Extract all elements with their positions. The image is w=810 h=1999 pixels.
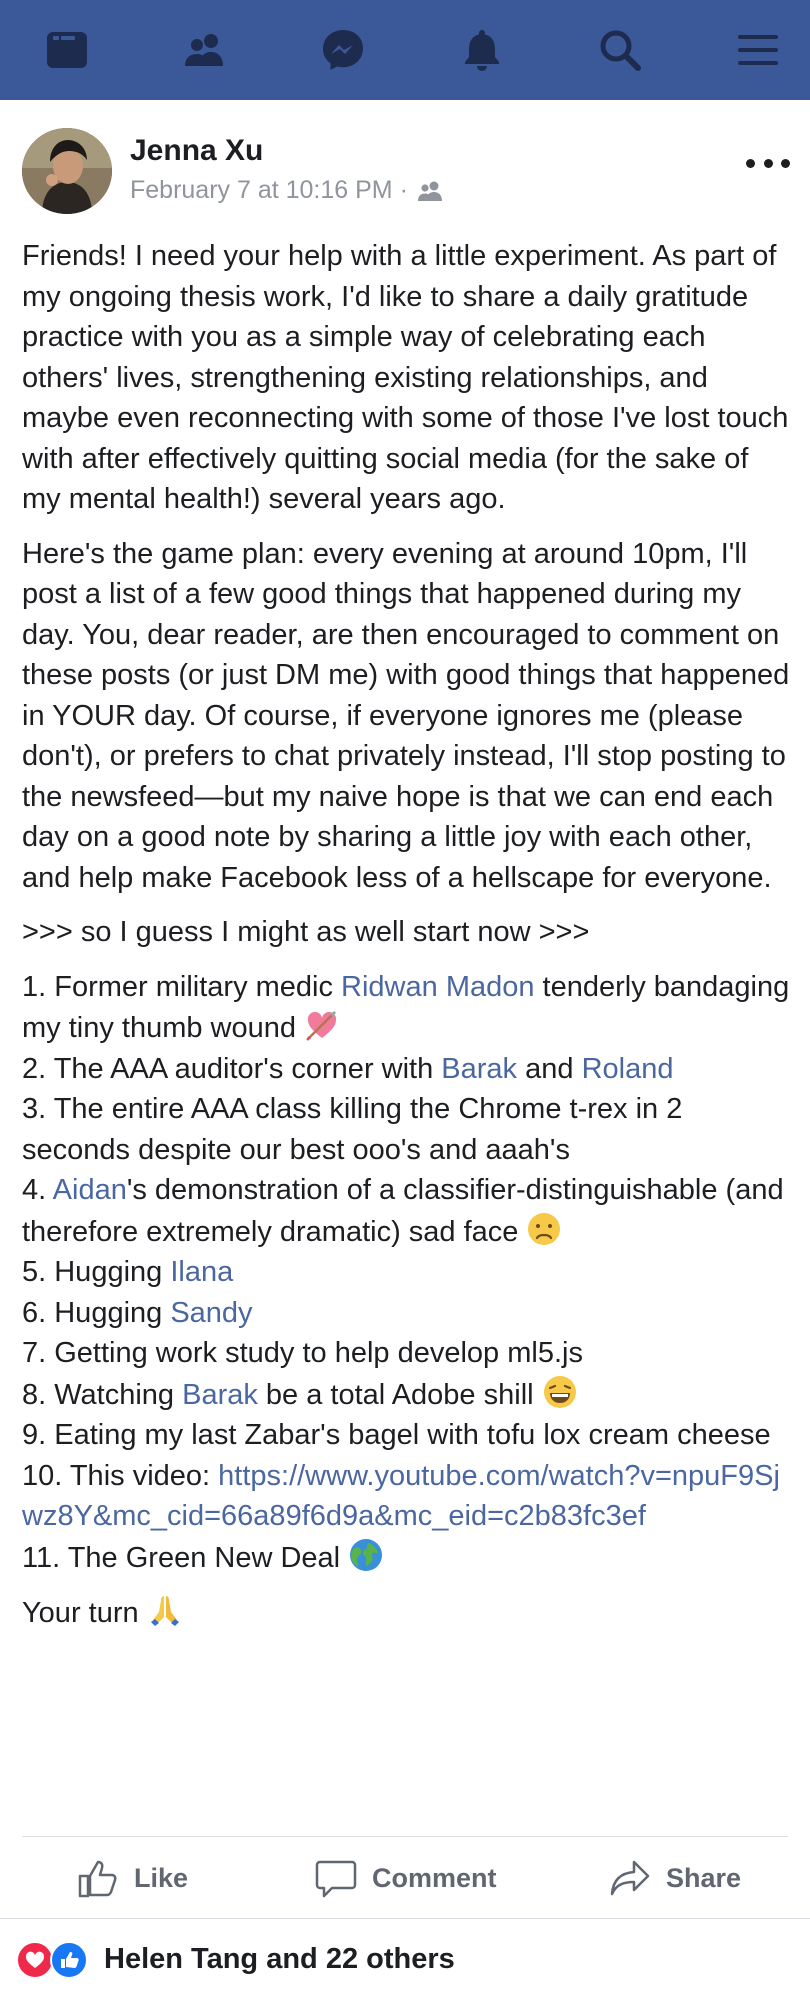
mention-link[interactable]: Barak <box>182 1379 258 1411</box>
list-item: 11. The Green New Deal <box>22 1537 792 1579</box>
folded-hands-emoji-icon <box>150 1596 179 1626</box>
comment-label: Comment <box>372 1862 497 1893</box>
post-actions: Like Comment Share <box>0 1842 810 1914</box>
sad-face-emoji-icon <box>528 1212 561 1245</box>
reaction-icons <box>16 1939 94 1979</box>
globe-emoji-icon <box>350 1538 383 1571</box>
list-text: 2. The AAA auditor's corner with <box>22 1052 442 1085</box>
mention-link[interactable]: Aidan <box>53 1174 127 1206</box>
closing-line: Your turn <box>22 1592 792 1634</box>
share-arrow-icon <box>610 1860 650 1896</box>
more-options-button[interactable] <box>746 148 790 178</box>
author-name[interactable]: Jenna Xu <box>130 134 263 168</box>
post-meta: February 7 at 10:16 PM · <box>130 176 444 205</box>
list-item: 2. The AAA auditor's corner with Barak a… <box>22 1049 792 1090</box>
post-header: Jenna Xu February 7 at 10:16 PM · <box>22 128 792 214</box>
mention-link[interactable]: Ilana <box>170 1256 233 1288</box>
post-paragraph: >>> so I guess I might as well start now… <box>22 916 590 948</box>
share-button[interactable]: Share <box>608 1856 741 1900</box>
thumbs-up-icon <box>78 1860 117 1898</box>
list-text: 1. Former military medic <box>22 970 342 1003</box>
list-text: 8. Watching <box>22 1378 183 1411</box>
post-paragraph: Here's the game plan: every evening at a… <box>22 537 790 894</box>
friends-audience-icon[interactable] <box>416 179 444 203</box>
news-feed-icon[interactable] <box>41 24 93 76</box>
comment-bubble-icon <box>315 1860 357 1898</box>
list-item: 3. The entire AAA class killing the Chro… <box>22 1093 683 1166</box>
post-timestamp[interactable]: February 7 at 10:16 PM · <box>130 176 408 205</box>
more-options-dot <box>763 158 773 168</box>
list-text: and <box>517 1052 582 1085</box>
list-item: 1. Former military medic Ridwan Madon te… <box>22 967 792 1049</box>
list-item: 10. This video: https://www.youtube.com/… <box>22 1456 792 1537</box>
list-item: 9. Eating my last Zabar's bagel with tof… <box>22 1419 771 1451</box>
mention-link[interactable]: Barak <box>441 1053 517 1085</box>
search-icon[interactable] <box>594 24 646 76</box>
friends-icon[interactable] <box>179 24 231 76</box>
list-text: 's demonstration of a classifier-disting… <box>22 1174 784 1248</box>
share-label: Share <box>666 1862 742 1893</box>
like-label: Like <box>134 1862 189 1893</box>
reactions-summary[interactable]: Helen Tang and 22 others <box>0 1918 810 1999</box>
list-text: be a total Adobe shill <box>257 1378 542 1411</box>
list-text: 4. <box>22 1174 53 1206</box>
top-nav-bar <box>0 0 810 100</box>
gratitude-list: 1. Former military medic Ridwan Madon te… <box>22 967 792 1579</box>
mention-link[interactable]: Roland <box>582 1053 674 1085</box>
more-options-dot <box>781 158 790 168</box>
list-item: 5. Hugging Ilana <box>22 1252 792 1293</box>
like-reaction-icon <box>50 1941 88 1979</box>
avatar[interactable] <box>22 128 112 214</box>
post-divider <box>22 1836 788 1837</box>
mention-link[interactable]: Ridwan Madon <box>341 971 534 1003</box>
love-reaction-icon <box>16 1941 54 1979</box>
reactions-count-text[interactable]: Helen Tang and 22 others <box>104 1943 455 1976</box>
list-item: 6. Hugging Sandy <box>22 1293 792 1334</box>
notifications-icon[interactable] <box>456 24 508 76</box>
menu-icon[interactable] <box>732 24 784 76</box>
list-text: 5. Hugging <box>22 1256 171 1288</box>
comment-button[interactable]: Comment <box>314 1856 497 1900</box>
list-item: 4. Aidan's demonstration of a classifier… <box>22 1170 792 1252</box>
messenger-icon[interactable] <box>317 24 369 76</box>
heart-arrow-emoji-icon <box>306 1011 337 1041</box>
post-body: Friends! I need your help with a little … <box>22 236 792 1648</box>
list-text: 6. Hugging <box>22 1296 171 1329</box>
post-paragraph: Friends! I need your help with a little … <box>22 240 789 515</box>
list-text: 10. This video: <box>22 1459 219 1492</box>
closing-text: Your turn <box>22 1597 147 1629</box>
list-item: 7. Getting work study to help develop ml… <box>22 1337 583 1369</box>
list-item: 8. Watching Barak be a total Adobe shill <box>22 1374 792 1416</box>
more-options-dot <box>746 158 755 168</box>
mention-link[interactable]: Sandy <box>170 1297 252 1329</box>
list-text: 11. The Green New Deal <box>22 1541 349 1574</box>
laughing-emoji-icon <box>543 1375 576 1408</box>
like-button[interactable]: Like <box>76 1856 188 1900</box>
